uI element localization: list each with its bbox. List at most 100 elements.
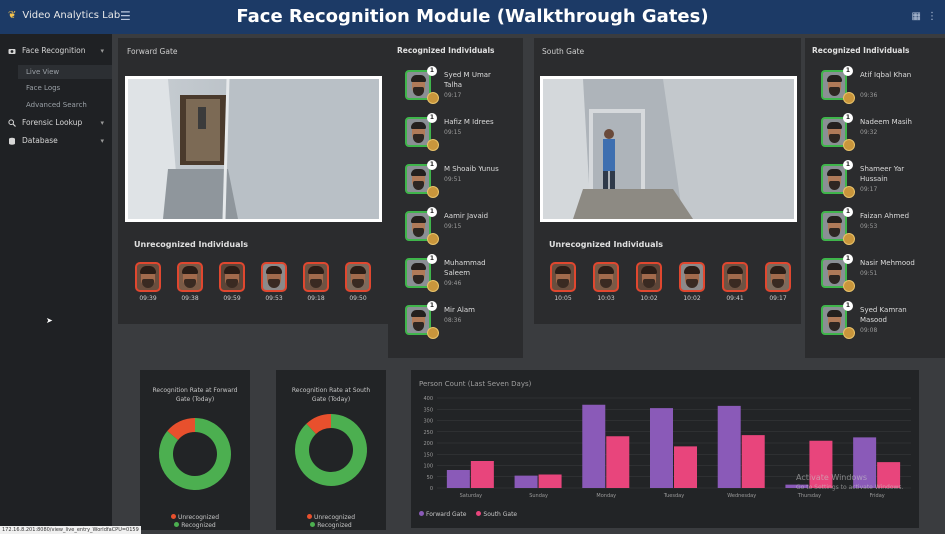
grid-icon[interactable]: ▦: [912, 11, 921, 22]
unrecognized-face[interactable]: [345, 262, 371, 292]
recognized-person[interactable]: 1 Hafiz M Idrees 09:15: [388, 113, 518, 157]
face-beard: [772, 279, 784, 288]
recognized-person[interactable]: 1 M Shoaib Yunus 09:51: [388, 160, 518, 204]
recognized-time: 09:15: [444, 223, 462, 230]
face-beard: [829, 87, 840, 96]
y-tick-label: 350: [423, 407, 433, 413]
y-tick-label: 200: [423, 441, 433, 447]
bar-south-gate-wednesday[interactable]: [741, 435, 765, 488]
unrecognized-face[interactable]: [219, 262, 245, 292]
bar-forward-gate-sunday[interactable]: [514, 475, 538, 488]
south-gate-camera-feed[interactable]: [540, 76, 797, 222]
face-hair: [555, 266, 571, 274]
camera-frame: [128, 79, 379, 219]
bar-south-gate-monday[interactable]: [606, 436, 630, 488]
recognized-time: 09:36: [860, 92, 878, 99]
recognized-person[interactable]: 1 Muhammad Saleem 09:46: [388, 254, 518, 298]
recognized-person[interactable]: 1 Faizan Ahmed 09:53: [805, 207, 935, 251]
donut-slice-unrecognized[interactable]: [306, 414, 332, 435]
face-hair: [224, 266, 240, 274]
person-count-chart-card: Person Count (Last Seven Days) 0 50 100 150…: [411, 370, 919, 528]
unrecognized-face[interactable]: [593, 262, 619, 292]
rank-badge: 1: [843, 66, 853, 76]
unrecognized-face[interactable]: [765, 262, 791, 292]
unrecognized-face-time: 10:05: [554, 295, 572, 302]
recognized-person[interactable]: 1 Atif Iqbal Khan 09:36: [805, 66, 935, 110]
unrecognized-face[interactable]: [679, 262, 705, 292]
legend-label: Unrecognized: [313, 514, 356, 521]
sidebar-item-database[interactable]: Database ▾: [8, 136, 108, 145]
gallery-thumbnail-icon: [427, 327, 439, 339]
face-beard: [829, 134, 840, 143]
legend-dot: [419, 511, 424, 516]
sidebar-item-forensic-lookup[interactable]: Forensic Lookup ▾: [8, 118, 108, 127]
recognized-person[interactable]: 1 Syed Kamran Masood 09:08: [805, 301, 935, 345]
gallery-thumbnail-icon: [427, 280, 439, 292]
top-bar: ❦ Video Analytics Lab ☰ Face Recognition…: [0, 0, 945, 34]
x-tick-label: Tuesday: [663, 493, 684, 499]
face-hair: [308, 266, 324, 274]
rank-badge: 1: [843, 113, 853, 123]
legend-recognized: Recognized: [276, 522, 386, 529]
face-hair: [827, 75, 842, 82]
donut-slice-unrecognized[interactable]: [167, 418, 196, 441]
unrecognized-face[interactable]: [261, 262, 287, 292]
recognized-person[interactable]: 1 Syed M Umar Talha 09:17: [388, 66, 518, 110]
sidebar-item-face-recognition[interactable]: Face Recognition ▾: [8, 46, 108, 55]
face-beard: [643, 279, 655, 288]
kebab-menu-icon[interactable]: ⋮: [927, 11, 937, 22]
unrecognized-face-time: 10:02: [683, 295, 701, 302]
unrecognized-face[interactable]: [636, 262, 662, 292]
bar-south-gate-tuesday[interactable]: [674, 446, 697, 488]
gallery-thumbnail-icon: [843, 186, 855, 198]
face-hair: [827, 263, 842, 270]
chevron-down-icon: ▾: [100, 136, 104, 145]
recognized-time: 09:46: [444, 280, 462, 287]
legend-label: Recognized: [317, 522, 352, 529]
unrecognized-face[interactable]: [722, 262, 748, 292]
recognized-name: Syed Kamran Masood: [860, 306, 907, 324]
recognized-person[interactable]: 1 Nasir Mehmood 09:51: [805, 254, 935, 298]
recognized-person[interactable]: 1 Aamir Javaid 09:15: [388, 207, 518, 251]
bar-forward-gate-monday[interactable]: [582, 404, 606, 488]
bar-forward-gate-tuesday[interactable]: [650, 408, 673, 488]
recognized-title: Recognized Individuals: [397, 46, 495, 55]
face-beard: [184, 279, 196, 288]
bar-forward-gate-saturday[interactable]: [446, 470, 470, 488]
unrecognized-face[interactable]: [135, 262, 161, 292]
y-tick-label: 300: [423, 419, 433, 425]
face-hair: [411, 122, 426, 129]
face-beard: [268, 279, 280, 288]
unrecognized-face-time: 09:53: [265, 295, 283, 302]
unrecognized-face[interactable]: [303, 262, 329, 292]
unrecognized-face[interactable]: [550, 262, 576, 292]
sidebar-subitem-live-view[interactable]: Live View: [18, 65, 112, 79]
recognized-person[interactable]: 1 Nadeem Masih 09:32: [805, 113, 935, 157]
legend-south-gate[interactable]: South Gate: [476, 511, 517, 518]
unrecognized-face[interactable]: [177, 262, 203, 292]
x-tick-label: Sunday: [529, 493, 548, 499]
south-recognized-panel: Recognized Individuals 1 Atif Iqbal Khan 0…: [805, 38, 945, 358]
rank-badge: 1: [843, 301, 853, 311]
unrecognized-face-time: 09:39: [139, 295, 157, 302]
recognized-time: 09:17: [444, 92, 462, 99]
y-tick-label: 400: [423, 396, 433, 402]
legend-label: Forward Gate: [426, 511, 467, 518]
bar-south-gate-saturday[interactable]: [470, 461, 494, 488]
bar-south-gate-sunday[interactable]: [538, 474, 562, 489]
bar-forward-gate-wednesday[interactable]: [717, 405, 741, 488]
legend-dot: [170, 514, 176, 519]
legend-label: Recognized: [181, 522, 216, 529]
sidebar-subitem-advanced-search[interactable]: Advanced Search: [26, 101, 87, 109]
donut-slice-recognized[interactable]: [295, 414, 367, 486]
recognized-name: Nasir Mehmood: [860, 259, 915, 267]
legend-dot: [310, 522, 316, 527]
recognized-person[interactable]: 1 Shameer Yar Hussain 09:17: [805, 160, 935, 204]
recognized-name: Faizan Ahmed: [860, 212, 910, 220]
sidebar-subitem-face-logs[interactable]: Face Logs: [26, 84, 60, 92]
forward-gate-camera-feed[interactable]: [125, 76, 382, 222]
gallery-thumbnail-icon: [427, 139, 439, 151]
legend-forward-gate[interactable]: Forward Gate: [419, 511, 466, 518]
recognized-person[interactable]: 1 Mir Alam 08:36: [388, 301, 518, 345]
y-tick-label: 250: [423, 430, 433, 436]
